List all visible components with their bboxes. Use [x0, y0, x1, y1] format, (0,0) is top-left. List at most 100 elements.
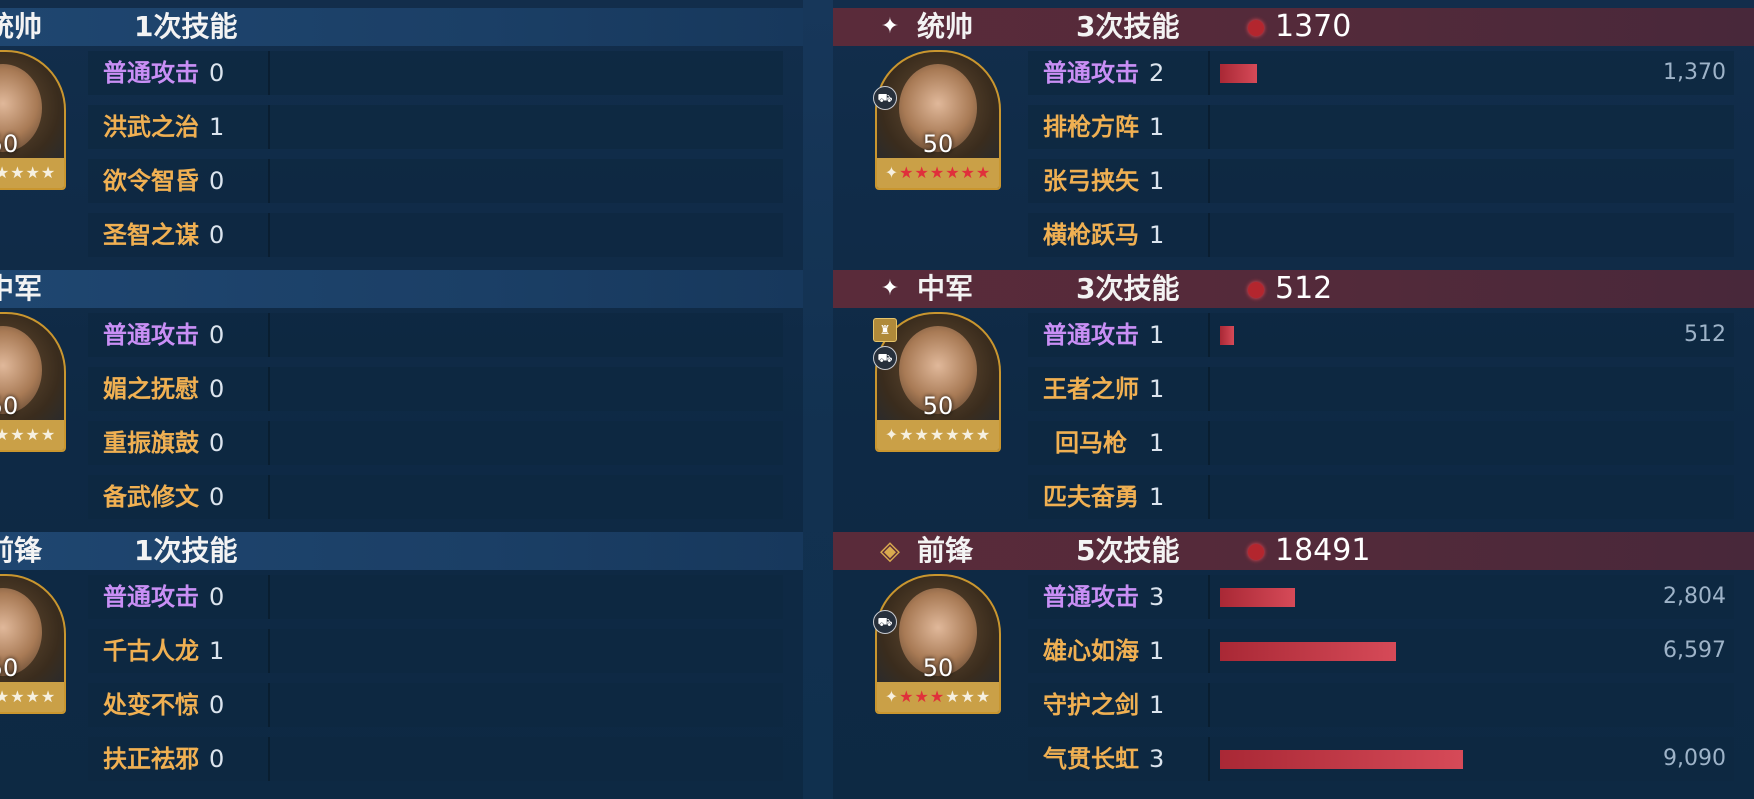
sword-diamond-icon: ◈: [880, 536, 900, 566]
row-divider: [1208, 51, 1210, 95]
hero-portrait[interactable]: 50✦★★★★★★: [0, 50, 66, 190]
row-divider: [268, 313, 270, 357]
skill-use-count: 0: [209, 483, 225, 511]
star-icon: ★: [899, 425, 915, 444]
section-role-label: 前锋: [917, 534, 974, 567]
row-divider: [1208, 367, 1210, 411]
row-divider: [1208, 683, 1210, 727]
skill-cast-count: 1次技能: [134, 534, 238, 567]
skill-use-count: 0: [209, 167, 225, 195]
section-header: 前锋 1次技能: [0, 532, 803, 570]
skill-row: 欲令智昏 0: [88, 159, 783, 203]
skill-name: 普通攻击: [1043, 583, 1139, 611]
skill-row: 洪武之治 1: [88, 105, 783, 149]
skill-row: 王者之师 1: [1028, 367, 1734, 411]
skill-row: 雄心如海 1 6,597: [1028, 629, 1734, 673]
star-icon: ★: [10, 425, 26, 444]
hero-portrait[interactable]: 50✦★★★★★★: [0, 312, 66, 452]
skill-use-count: 1: [1149, 375, 1165, 403]
skill-row: 匹夫奋勇 1: [1028, 475, 1734, 519]
skill-use-count: 1: [1149, 113, 1165, 141]
star-icon: ★: [975, 163, 992, 182]
star-icon: ★: [10, 163, 26, 182]
hero-level: 50: [0, 392, 19, 420]
row-divider: [268, 105, 270, 149]
skill-row: 普通攻击 0: [88, 313, 783, 357]
troop-type-badge-icon: ⛟: [873, 86, 897, 110]
total-damage: 1370: [1275, 9, 1352, 44]
section-header: 中军: [0, 270, 803, 308]
skill-name: 千古人龙: [103, 637, 199, 665]
star-icon: ★: [945, 163, 961, 182]
skill-use-count: 3: [1149, 583, 1165, 611]
row-divider: [268, 683, 270, 727]
skill-cast-count: 5次技能: [1076, 534, 1180, 567]
skill-row: 普通攻击 1 512: [1028, 313, 1734, 357]
hero-star-rating: ✦★★★★★★: [0, 158, 64, 188]
skill-row: 圣智之谋 0: [88, 213, 783, 257]
star-emblem-icon: ✦: [884, 687, 900, 706]
star-icon: ★: [960, 163, 976, 182]
star-icon: ★: [929, 425, 946, 444]
star-icon: ★: [0, 425, 10, 444]
hero-portrait[interactable]: 50✦★★★★★★: [0, 574, 66, 714]
star-burst-icon: ✦: [880, 14, 900, 39]
total-damage: 18491: [1275, 533, 1371, 568]
star-icon: ★: [945, 425, 961, 444]
skill-row: 重振旗鼓 0: [88, 421, 783, 465]
skill-name: 王者之师: [1043, 375, 1139, 403]
hero-star-rating: ✦★★★★★★: [877, 158, 999, 188]
skill-name: 洪武之治: [103, 113, 199, 141]
star-icon: ★: [0, 163, 10, 182]
row-divider: [268, 475, 270, 519]
star-icon: ★: [914, 687, 930, 706]
skill-use-count: 1: [209, 637, 225, 665]
section-role-label: 中军: [917, 272, 974, 305]
skill-use-count: 1: [1149, 637, 1165, 665]
damage-value: 1,370: [1663, 60, 1726, 85]
team-section: ✦ 中军 3次技能 512 50 ✦★★★★★★ ⛟ ♜ 普通攻击 1 512 王者之师 1 回马枪 1 匹夫…: [833, 262, 1754, 524]
skill-name: 横枪跃马: [1043, 221, 1139, 249]
star-icon: ★: [10, 687, 26, 706]
star-icon: ★: [960, 425, 976, 444]
section-role-label: 前锋: [0, 534, 43, 567]
section-role-label: 中军: [0, 272, 43, 305]
star-emblem-icon: ✦: [884, 425, 900, 444]
skill-name: 重振旗鼓: [103, 429, 199, 457]
row-divider: [268, 421, 270, 465]
skill-row: 处变不惊 0: [88, 683, 783, 727]
skill-name: 守护之剑: [1043, 691, 1139, 719]
section-header: ✦ 统帅 3次技能 1370: [833, 8, 1754, 46]
skill-row: 排枪方阵 1: [1028, 105, 1734, 149]
skill-use-count: 3: [1149, 745, 1165, 773]
damage-dot-icon: [1248, 544, 1264, 560]
damage-bar: [1220, 642, 1396, 661]
section-header: ✦ 中军 3次技能 512: [833, 270, 1754, 308]
skill-row: 媚之抚慰 0: [88, 367, 783, 411]
team-section: 中军 50✦★★★★★★ 普通攻击 0 媚之抚慰 0 重振旗鼓 0 备武修文 0: [0, 262, 803, 524]
skill-use-count: 0: [209, 691, 225, 719]
skill-use-count: 1: [1149, 691, 1165, 719]
hero-portrait[interactable]: 50✦★★★★★★: [875, 50, 1001, 190]
skill-use-count: 1: [1149, 429, 1165, 457]
skill-row: 守护之剑 1: [1028, 683, 1734, 727]
skill-name: 排枪方阵: [1043, 113, 1139, 141]
skill-use-count: 2: [1149, 59, 1165, 87]
skill-row: 回马枪 1: [1028, 421, 1734, 465]
hero-portrait[interactable]: 50✦★★★★★★: [875, 574, 1001, 714]
star-burst-icon: ✦: [880, 276, 900, 301]
skill-use-count: 0: [209, 745, 225, 773]
row-divider: [1208, 737, 1210, 781]
row-divider: [1208, 421, 1210, 465]
star-icon: ★: [40, 687, 57, 706]
skill-use-count: 1: [1149, 483, 1165, 511]
damage-bar: [1220, 326, 1234, 345]
star-icon: ★: [899, 163, 915, 182]
skill-row: 普通攻击 0: [88, 575, 783, 619]
skill-name: 普通攻击: [1043, 321, 1139, 349]
star-icon: ★: [960, 687, 976, 706]
skill-name: 圣智之谋: [103, 221, 199, 249]
skill-name: 回马枪: [1055, 429, 1127, 457]
star-icon: ★: [899, 687, 915, 706]
star-icon: ★: [929, 163, 946, 182]
